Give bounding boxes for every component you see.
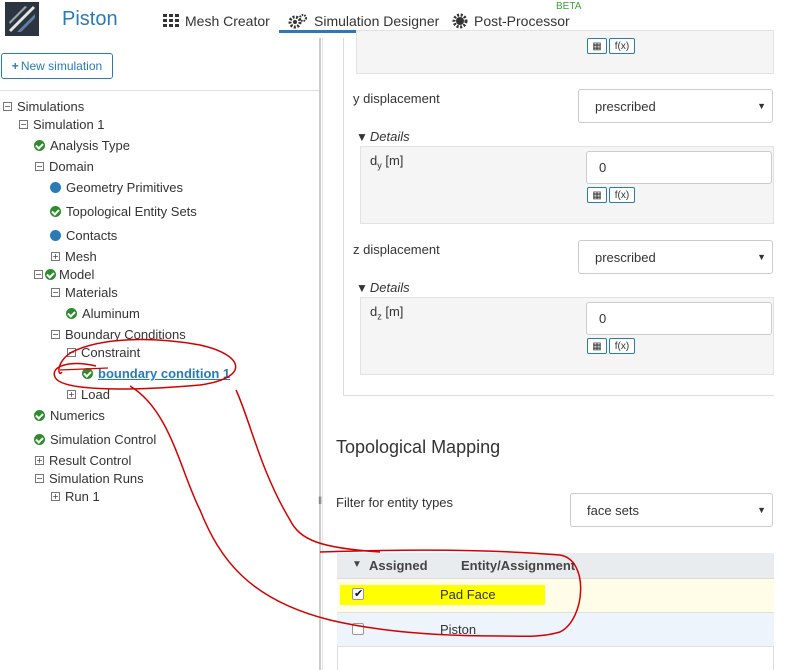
collapse-icon[interactable]: − [51,330,60,339]
tree-contacts[interactable]: Contacts [50,228,117,243]
sidebar-divider [0,90,319,91]
collapse-icon[interactable]: − [35,162,44,171]
sort-triangle-icon[interactable]: ▼ [352,559,362,570]
tree-simulations[interactable]: − Simulations [3,99,84,114]
entity-name: Piston [440,622,477,637]
grid-icon [163,14,179,27]
new-simulation-label: New simulation [20,59,103,73]
tree-label: Contacts [66,228,118,243]
tree-label: Topological Entity Sets [66,204,197,219]
tree-materials[interactable]: − Materials [51,285,118,300]
tree-domain[interactable]: − Domain [35,159,94,174]
mapping-table-header: ▼ Assigned Entity/Assignment [337,553,774,579]
check-icon [34,434,45,445]
collapse-icon[interactable]: − [19,120,28,129]
expand-icon[interactable]: + [35,456,44,465]
tree-label: Domain [49,159,94,174]
tree-label: Geometry Primitives [66,180,184,195]
tree-label: boundary condition 1 [98,366,231,381]
check-icon [34,410,45,421]
check-icon [82,368,93,379]
tree-label: Aluminum [82,306,140,321]
tree-topological-entity-sets[interactable]: Topological Entity Sets [50,204,197,219]
expand-icon[interactable]: + [67,390,76,399]
tree-label: Simulation Control [50,432,157,447]
nav-label: Post-Processor [474,13,570,29]
check-icon [45,269,56,280]
nav-label: Mesh Creator [185,13,270,29]
select-value: face sets [587,502,640,518]
tree-boundary-condition-1[interactable]: boundary condition 1 [82,366,230,381]
gear-icon [452,13,468,29]
table-body-empty [337,647,774,670]
tree-aluminum[interactable]: Aluminum [66,306,140,321]
constraint-section-frame [343,38,774,396]
nav-post-processor[interactable]: Post-Processor [452,10,570,32]
assigned-checkbox[interactable] [352,623,364,635]
check-icon [50,206,61,217]
nav-simulation-designer[interactable]: Simulation Designer [288,10,439,32]
checkmark-icon: ✔ [354,588,364,600]
tree-label: Simulation 1 [33,117,105,132]
tree-analysis-type[interactable]: Analysis Type [34,138,130,153]
column-entity[interactable]: Entity/Assignment [461,558,575,573]
app-name[interactable]: Piston [62,8,118,31]
sidebar [0,38,319,670]
check-icon [66,308,77,319]
tree-label: Simulation Runs [49,471,144,486]
topological-mapping-title: Topological Mapping [336,437,501,457]
tree-simulation-1[interactable]: − Simulation 1 [19,117,105,132]
tree-label: Simulations [17,99,85,114]
tree-label: Run 1 [65,489,100,504]
entity-name: Pad Face [440,587,496,602]
tree-label: Load [81,387,110,402]
status-dot-icon [50,182,61,193]
table-row[interactable] [337,613,774,647]
tree-mesh[interactable]: + Mesh [51,249,97,264]
tree-label: Boundary Conditions [65,327,186,342]
nav-mesh-creator[interactable]: Mesh Creator [163,10,270,32]
nav-label: Simulation Designer [314,13,440,29]
tree-label: Numerics [50,408,105,423]
plus-icon: + [11,59,19,73]
tree-label: Materials [65,285,118,300]
check-icon [34,140,45,151]
expand-icon[interactable]: + [51,252,60,261]
column-assigned[interactable]: Assigned [369,558,428,573]
panel-splitter[interactable] [319,38,321,670]
filter-entity-types-select[interactable]: face sets ▼ [570,493,773,527]
tree-geometry-primitives[interactable]: Geometry Primitives [50,180,183,195]
assigned-checkbox[interactable]: ✔ [352,588,364,600]
tree-run-1[interactable]: + Run 1 [51,489,100,504]
collapse-icon[interactable]: − [34,270,43,279]
tree-constraint[interactable]: − Constraint [67,345,140,360]
tree-label: Constraint [81,345,141,360]
tree-result-control[interactable]: + Result Control [35,453,131,468]
collapse-icon[interactable]: − [67,348,76,357]
tree-boundary-conditions[interactable]: − Boundary Conditions [51,327,186,342]
status-dot-icon [50,230,61,241]
tree-numerics[interactable]: Numerics [34,408,105,423]
tree-simulation-runs[interactable]: − Simulation Runs [35,471,144,486]
tree-model[interactable]: − Model [34,267,94,282]
tree-label: Model [59,267,95,282]
expand-icon[interactable]: + [51,492,60,501]
tree-label: Result Control [49,453,132,468]
tree-label: Analysis Type [50,138,130,153]
collapse-icon[interactable]: − [35,474,44,483]
beta-badge: BETA [556,1,582,12]
tree-load[interactable]: + Load [67,387,110,402]
tree-simulation-control[interactable]: Simulation Control [34,432,156,447]
caret-down-icon: ▼ [757,505,766,515]
app-logo [5,2,39,36]
new-simulation-button[interactable]: + New simulation [1,53,113,79]
splitter-grip-icon[interactable]: ‖ [318,496,322,507]
tree-label: Mesh [65,249,97,264]
collapse-icon[interactable]: − [51,288,60,297]
gears-icon [288,14,307,29]
collapse-icon[interactable]: − [3,102,12,111]
filter-label: Filter for entity types [336,495,454,510]
